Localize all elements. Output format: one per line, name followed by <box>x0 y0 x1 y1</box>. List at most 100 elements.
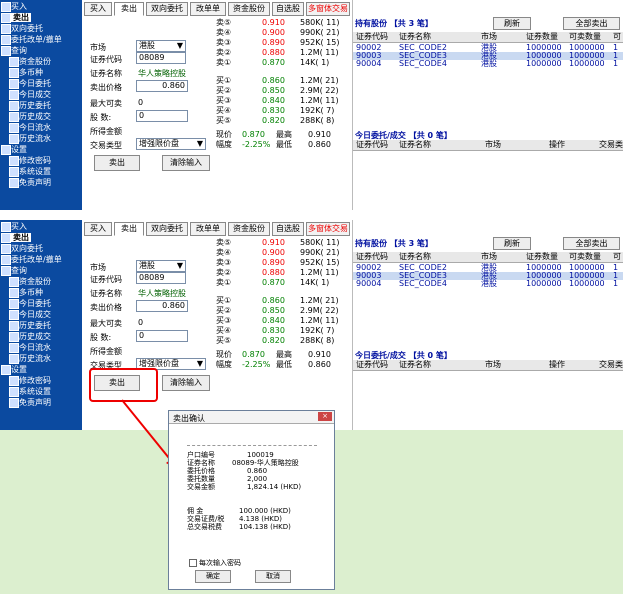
sidebar-item-currency[interactable]: 多币种 <box>8 68 43 78</box>
orders-header: 证券代码 证券名称 市场 操作 交易类 <box>353 140 623 151</box>
sell-level-3: 卖③ 0.890 952K( 15) <box>216 258 340 267</box>
qty-input[interactable]: 0 <box>136 110 188 122</box>
type-select[interactable]: 增强限价盘 ▼ <box>136 138 206 150</box>
clear-button[interactable]: 清除输入 <box>162 155 210 171</box>
code-input[interactable]: 08089 <box>136 52 186 64</box>
sidebar-item-funds[interactable]: 资金股份 <box>8 277 51 287</box>
sidebar: 买入 卖出 双向委托 委托改单/撤单 查询 资金股份 多币种 今日委托 今日成交… <box>0 0 82 210</box>
sidebar-item-dual[interactable]: 双向委托 <box>0 24 43 34</box>
currency-icon <box>9 68 19 78</box>
amount-label: 所得金额 <box>90 347 122 356</box>
tab-buy[interactable]: 买入 <box>84 2 112 16</box>
tab-watchlist[interactable]: 自选股 <box>272 2 304 16</box>
last-price-row: 现价 0.870 最高 0.910 <box>216 350 331 359</box>
password-checkbox-label: 每次输入密码 <box>199 559 241 567</box>
sell-all-button[interactable]: 全部卖出 <box>563 237 620 250</box>
sidebar-item-currency[interactable]: 多币种 <box>8 288 43 298</box>
sidebar-item-hist-trades[interactable]: 历史成交 <box>8 332 51 342</box>
sell-level-4: 卖④ 0.900 990K( 21) <box>216 28 340 37</box>
sidebar-item-modify[interactable]: 委托改单/撤单 <box>0 255 62 265</box>
sidebar-item-settings[interactable]: 设置 <box>0 365 27 375</box>
table-row[interactable]: 90004 SEC_CODE4 港股 1000000 1000000 1 <box>353 60 623 68</box>
sidebar-item-hist-flow[interactable]: 历史流水 <box>8 354 51 364</box>
close-icon[interactable]: × <box>318 412 332 421</box>
sidebar-item-disclaimer[interactable]: 免责声明 <box>8 398 51 408</box>
sidebar-item-hist-trades[interactable]: 历史成交 <box>8 112 51 122</box>
modify-icon <box>1 255 11 265</box>
cancel-button[interactable]: 取消 <box>255 570 291 583</box>
max-label: 最大可卖 <box>90 319 122 328</box>
sidebar-item-system[interactable]: 系统设置 <box>8 387 51 397</box>
sidebar-item-settings[interactable]: 设置 <box>0 145 27 155</box>
holdings-title: 持有股份 【共 3 笔】 <box>355 19 433 28</box>
sidebar-item-password[interactable]: 修改密码 <box>8 376 51 386</box>
sidebar-item-today-trades[interactable]: 今日成交 <box>8 90 51 100</box>
market-select[interactable]: 港股 ▼ <box>136 260 186 272</box>
sidebar-item-sell[interactable]: 卖出 <box>0 233 31 243</box>
buy-level-2: 买② 0.850 2.9M( 22) <box>216 86 339 95</box>
sidebar-item-today-orders[interactable]: 今日委托 <box>8 79 51 89</box>
sidebar-item-hist-orders[interactable]: 历史委托 <box>8 321 51 331</box>
sidebar-item-buy[interactable]: 买入 <box>0 222 27 232</box>
sell-all-button[interactable]: 全部卖出 <box>563 17 620 30</box>
order-form: 市场 港股 ▼ 证券代码 08089 证券名称 华人策略控股 卖出价格 0.860… <box>84 16 354 210</box>
price-input[interactable]: 0.860 <box>136 300 188 312</box>
tab-multi-window[interactable]: 多窗体交易 <box>306 222 350 236</box>
tab-buy[interactable]: 买入 <box>84 222 112 236</box>
tab-modify[interactable]: 改单单 <box>190 2 226 16</box>
sidebar-item-hist-flow[interactable]: 历史流水 <box>8 134 51 144</box>
max-value: 0 <box>138 318 144 327</box>
sell-level-2: 卖② 0.880 1.2M( 11) <box>216 268 339 277</box>
table-row[interactable]: 90004 SEC_CODE4 港股 1000000 1000000 1 <box>353 280 623 288</box>
qty-input[interactable]: 0 <box>136 330 188 342</box>
clear-button[interactable]: 清除输入 <box>162 375 210 391</box>
tab-watchlist[interactable]: 自选股 <box>272 222 304 236</box>
refresh-button[interactable]: 刷新 <box>493 17 531 30</box>
sidebar-item-today-flow[interactable]: 今日流水 <box>8 123 51 133</box>
sidebar-item-query[interactable]: 查询 <box>0 266 27 276</box>
sidebar-item-query[interactable]: 查询 <box>0 46 27 56</box>
sell-button[interactable]: 卖出 <box>94 155 140 171</box>
refresh-button[interactable]: 刷新 <box>493 237 531 250</box>
doc-icon <box>9 321 19 331</box>
buy-icon <box>1 2 11 12</box>
sidebar-item-funds[interactable]: 资金股份 <box>8 57 51 67</box>
sidebar-item-sell[interactable]: 卖出 <box>0 13 31 23</box>
tab-dual[interactable]: 双向委托 <box>146 2 188 16</box>
holdings-header: 证券代码 证券名称 市场 证券数量 可卖数量 可 <box>353 32 623 43</box>
max-value: 0 <box>138 98 144 107</box>
name-label: 证券名称 <box>90 69 122 78</box>
query-icon <box>1 46 11 56</box>
market-select[interactable]: 港股 ▼ <box>136 40 186 52</box>
code-input[interactable]: 08089 <box>136 272 186 284</box>
tab-sell[interactable]: 卖出 <box>114 2 144 16</box>
doc-icon <box>9 123 19 133</box>
sidebar-item-hist-orders[interactable]: 历史委托 <box>8 101 51 111</box>
sidebar-item-today-orders[interactable]: 今日委托 <box>8 299 51 309</box>
tab-multi-window[interactable]: 多窗体交易 <box>306 2 350 16</box>
doc-icon <box>9 90 19 100</box>
doc-icon <box>9 387 19 397</box>
ok-button[interactable]: 确定 <box>195 570 231 583</box>
dual-icon <box>1 244 11 254</box>
sidebar-item-today-flow[interactable]: 今日流水 <box>8 343 51 353</box>
tab-funds[interactable]: 资金股份 <box>228 222 270 236</box>
password-checkbox[interactable] <box>189 559 197 567</box>
tab-dual[interactable]: 双向委托 <box>146 222 188 236</box>
doc-icon <box>9 134 19 144</box>
sidebar-item-today-trades[interactable]: 今日成交 <box>8 310 51 320</box>
buy-level-5: 买⑤ 0.820 288K( 8) <box>216 336 335 345</box>
sidebar-item-system[interactable]: 系统设置 <box>8 167 51 177</box>
sidebar-item-password[interactable]: 修改密码 <box>8 156 51 166</box>
price-input[interactable]: 0.860 <box>136 80 188 92</box>
tab-sell[interactable]: 卖出 <box>114 222 144 236</box>
sidebar-item-disclaimer[interactable]: 免责声明 <box>8 178 51 188</box>
tab-modify[interactable]: 改单单 <box>190 222 226 236</box>
sidebar-item-buy[interactable]: 买入 <box>0 2 27 12</box>
sidebar-item-modify[interactable]: 委托改单/撤单 <box>0 35 62 45</box>
buy-level-2: 买② 0.850 2.9M( 22) <box>216 306 339 315</box>
chevron-down-icon: ▼ <box>176 261 183 270</box>
sidebar-item-dual[interactable]: 双向委托 <box>0 244 43 254</box>
tab-funds[interactable]: 资金股份 <box>228 2 270 16</box>
change-row: 幅度 -2.25% 最低 0.860 <box>216 140 331 149</box>
